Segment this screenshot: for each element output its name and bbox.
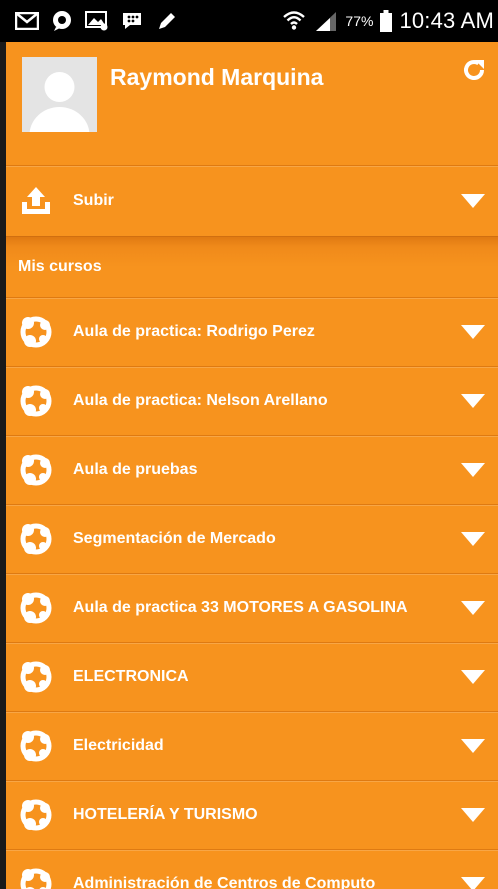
bbm-icon — [119, 10, 145, 32]
course-list: Aula de practica: Rodrigo Perez Aula de … — [6, 297, 498, 889]
course-label: Electricidad — [73, 737, 164, 754]
course-item[interactable]: ELECTRONICA — [6, 642, 498, 711]
chevron-down-icon[interactable] — [460, 531, 486, 547]
course-icon — [19, 729, 53, 763]
chevron-down-icon[interactable] — [460, 807, 486, 823]
signal-icon — [313, 10, 339, 32]
upload-item[interactable]: Subir — [6, 165, 498, 236]
battery-percent: 77% — [345, 13, 374, 29]
course-icon — [19, 798, 53, 832]
default-avatar-icon[interactable] — [22, 57, 97, 132]
course-item[interactable]: Administración de Centros de Computo — [6, 849, 498, 889]
course-item[interactable]: HOTELERÍA Y TURISMO — [6, 780, 498, 849]
course-item[interactable]: Aula de practica: Rodrigo Perez — [6, 297, 498, 366]
chevron-down-icon[interactable] — [460, 669, 486, 685]
course-icon — [19, 384, 53, 418]
chevron-down-icon[interactable] — [460, 393, 486, 409]
course-label: Aula de practica: Rodrigo Perez — [73, 323, 315, 340]
course-icon — [19, 522, 53, 556]
chevron-down-icon[interactable] — [460, 600, 486, 616]
course-item[interactable]: Segmentación de Mercado — [6, 504, 498, 573]
course-icon — [19, 867, 53, 889]
course-item[interactable]: Aula de pruebas — [6, 435, 498, 504]
chevron-down-icon[interactable] — [460, 193, 486, 209]
chevron-down-icon[interactable] — [460, 876, 486, 889]
course-item[interactable]: Electricidad — [6, 711, 498, 780]
upload-label: Subir — [73, 192, 114, 209]
course-label: Aula de practica: Nelson Arellano — [73, 392, 328, 409]
section-title: Mis cursos — [18, 258, 102, 275]
pencil-icon — [154, 10, 180, 32]
course-label: Segmentación de Mercado — [73, 530, 276, 547]
upload-icon — [19, 184, 53, 218]
user-name: Raymond Marquina — [110, 64, 324, 90]
chevron-down-icon[interactable] — [460, 738, 486, 754]
refresh-icon[interactable] — [462, 58, 486, 82]
section-header-my-courses: Mis cursos — [6, 236, 498, 297]
course-icon — [19, 591, 53, 625]
chat-bubble-icon — [49, 10, 75, 32]
battery-icon — [379, 10, 393, 32]
course-icon — [19, 453, 53, 487]
clock: 10:43 AM — [399, 8, 494, 33]
navigation-drawer: Raymond Marquina Subir Mis cursos Aula d… — [6, 42, 498, 889]
chevron-down-icon[interactable] — [460, 462, 486, 478]
course-label: Administración de Centros de Computo — [73, 875, 376, 889]
course-label: Aula de pruebas — [73, 461, 198, 478]
message-image-icon — [84, 10, 110, 32]
chevron-down-icon[interactable] — [460, 324, 486, 340]
course-item[interactable]: Aula de practica: Nelson Arellano — [6, 366, 498, 435]
course-label: HOTELERÍA Y TURISMO — [73, 806, 258, 823]
course-item[interactable]: Aula de practica 33 MOTORES A GASOLINA — [6, 573, 498, 642]
wifi-icon — [281, 10, 307, 32]
course-icon — [19, 660, 53, 694]
course-label: ELECTRONICA — [73, 668, 189, 685]
course-icon — [19, 315, 53, 349]
gmail-icon — [14, 10, 40, 32]
course-label: Aula de practica 33 MOTORES A GASOLINA — [73, 599, 408, 616]
profile-header: Raymond Marquina — [6, 42, 498, 165]
status-bar: 77% 10:43 AM — [0, 0, 498, 42]
